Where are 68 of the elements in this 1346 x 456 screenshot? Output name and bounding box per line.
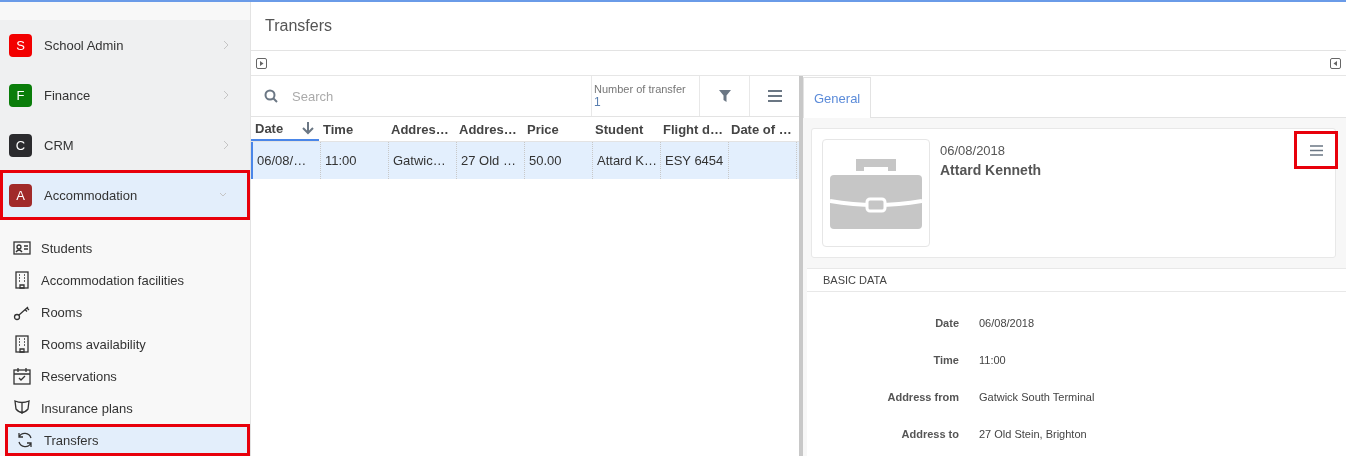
counter-label: Number of transfer xyxy=(594,83,687,95)
counter-value: 1 xyxy=(594,95,602,109)
table-cell: 06/08/… xyxy=(257,153,307,168)
field-label: Date xyxy=(934,316,959,329)
column-header[interactable]: Date of … xyxy=(727,117,795,141)
field-value: 06/08/2018 xyxy=(979,316,1035,329)
menu-icon xyxy=(1309,144,1323,156)
field-value: 27 Old Stein, Brighton xyxy=(979,427,1087,440)
chevron-icon xyxy=(222,140,230,150)
module-badge: C xyxy=(9,133,32,157)
table-cell: ESY 6454 xyxy=(665,153,724,168)
column-header[interactable]: Price xyxy=(523,117,591,141)
sync-icon xyxy=(16,431,34,449)
menu-item[interactable]: Rooms availability xyxy=(0,328,250,360)
collapse-panel-icon[interactable] xyxy=(1330,57,1341,69)
column-header[interactable]: Addres… xyxy=(387,117,455,141)
field-value: Gatwick South Terminal xyxy=(979,390,1095,403)
filter-icon xyxy=(718,90,731,102)
menu-item[interactable]: Students xyxy=(0,232,250,264)
module-badge: A xyxy=(9,183,32,207)
table-cell: Attard K… xyxy=(597,153,657,168)
chevron-icon xyxy=(222,90,230,100)
module-label: School Admin xyxy=(44,37,125,53)
table-cell: 11:00 xyxy=(325,153,357,168)
module-badge: S xyxy=(9,33,32,57)
search-field[interactable]: Search xyxy=(292,88,591,104)
menu-item[interactable]: Accommodation facilities xyxy=(0,264,250,296)
column-header[interactable]: Time xyxy=(319,117,387,141)
calendar-icon xyxy=(13,367,31,385)
field-label: Time xyxy=(932,353,959,366)
field-label: Address from xyxy=(886,390,959,403)
tab[interactable]: General xyxy=(803,77,872,118)
field-label: Address to xyxy=(900,427,959,440)
module-label: Finance xyxy=(44,87,92,103)
section-heading: BASIC DATA xyxy=(823,274,887,286)
module-item[interactable]: C CRM xyxy=(0,120,250,170)
menu-item[interactable]: Transfers xyxy=(5,424,250,456)
table-cell: Gatwic… xyxy=(393,153,446,168)
sort-arrow-icon xyxy=(302,121,314,135)
shield-icon xyxy=(13,399,31,417)
module-item[interactable]: A Accommodation xyxy=(0,170,250,220)
module-badge: F xyxy=(9,83,32,107)
column-header[interactable]: Flight d… xyxy=(659,117,727,141)
building-icon xyxy=(13,271,31,289)
column-header[interactable]: Student xyxy=(591,117,659,141)
chevron-icon xyxy=(222,40,230,50)
menu-item[interactable]: Reservations xyxy=(0,360,250,392)
search-icon xyxy=(264,89,278,103)
column-header[interactable]: Addres… xyxy=(455,117,523,141)
page-title: Transfers xyxy=(265,17,332,35)
building-icon xyxy=(13,335,31,353)
id-card-icon xyxy=(13,239,31,257)
record-name: Attard Kenneth xyxy=(940,162,1042,178)
expand-panel-icon[interactable] xyxy=(256,57,267,69)
table-row[interactable]: 06/08/… 11:00 Gatwic… 27 Old … 50.00 Attard K… ESY 6454 xyxy=(251,142,799,179)
module-item[interactable]: F Finance xyxy=(0,70,250,120)
record-date: 06/08/2018 xyxy=(940,143,1007,158)
module-item[interactable]: S School Admin xyxy=(0,20,250,70)
menu-icon xyxy=(767,90,782,102)
table-cell: 50.00 xyxy=(529,153,562,168)
module-label: Accommodation xyxy=(44,187,139,203)
menu-item[interactable]: Rooms xyxy=(0,296,250,328)
briefcase-icon xyxy=(822,139,930,247)
menu-item[interactable]: Insurance plans xyxy=(0,392,250,424)
field-value: 11:00 xyxy=(979,353,1006,366)
table-cell: 27 Old … xyxy=(461,153,516,168)
module-label: CRM xyxy=(44,137,75,153)
menu-button[interactable] xyxy=(1294,131,1338,169)
